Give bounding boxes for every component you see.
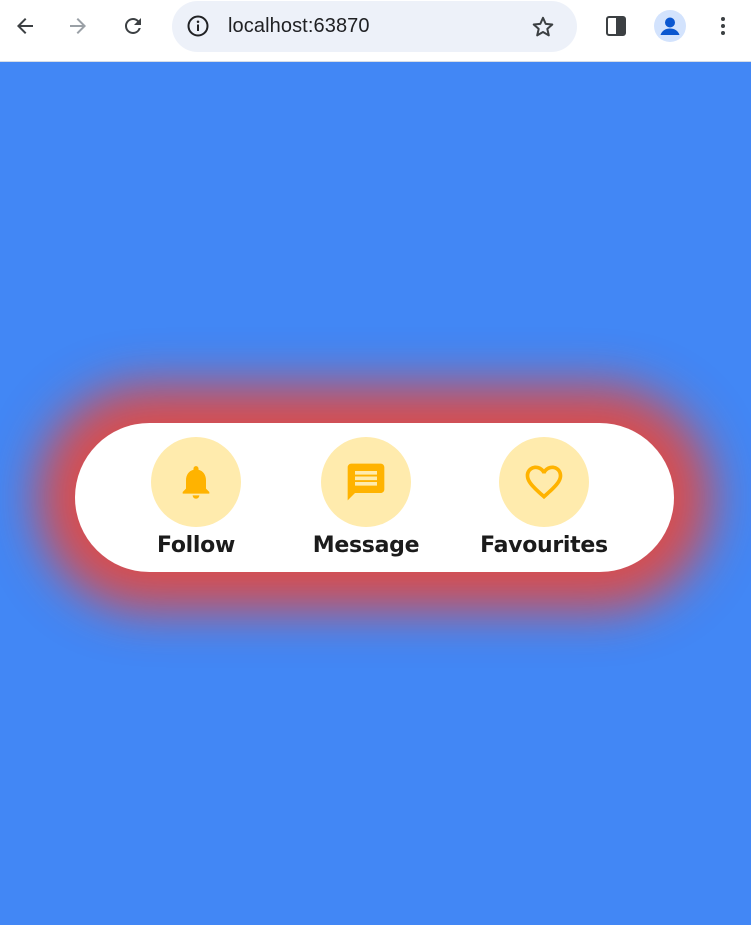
back-button[interactable] <box>5 6 45 46</box>
reload-icon <box>125 18 141 34</box>
heart-icon <box>525 465 563 500</box>
follow-icon-circle[interactable] <box>151 437 241 527</box>
browser-menu-button[interactable] <box>703 6 743 46</box>
more-vert-icon <box>721 17 725 35</box>
bell-icon <box>182 466 210 499</box>
arrow-back-icon <box>17 18 33 34</box>
bookmark-button[interactable] <box>529 13 557 41</box>
favourites-action[interactable]: Favourites <box>474 437 614 561</box>
side-panel-button[interactable] <box>596 6 636 46</box>
follow-action[interactable]: Follow <box>126 437 266 561</box>
star-icon <box>532 16 554 37</box>
url-text[interactable]: localhost:63870 <box>228 15 370 38</box>
follow-label: Follow <box>157 533 235 558</box>
message-action[interactable]: Message <box>296 437 436 561</box>
page-content: Follow Message Favourites <box>0 62 751 925</box>
profile-button[interactable] <box>654 10 686 42</box>
forward-button[interactable] <box>58 6 98 46</box>
side-panel-icon <box>606 16 626 36</box>
message-icon-circle[interactable] <box>321 437 411 527</box>
favourites-icon-circle[interactable] <box>499 437 589 527</box>
site-info-button[interactable] <box>184 12 212 40</box>
reload-button[interactable] <box>113 6 153 46</box>
address-bar[interactable]: localhost:63870 <box>172 1 577 52</box>
action-card: Follow Message Favourites <box>75 423 674 572</box>
arrow-forward-icon <box>70 18 86 34</box>
message-label: Message <box>312 533 420 558</box>
info-icon <box>187 15 209 37</box>
browser-toolbar: localhost:63870 <box>0 0 751 62</box>
profile-avatar-icon <box>660 17 680 35</box>
favourites-label: Favourites <box>480 533 608 558</box>
message-icon <box>347 463 385 501</box>
